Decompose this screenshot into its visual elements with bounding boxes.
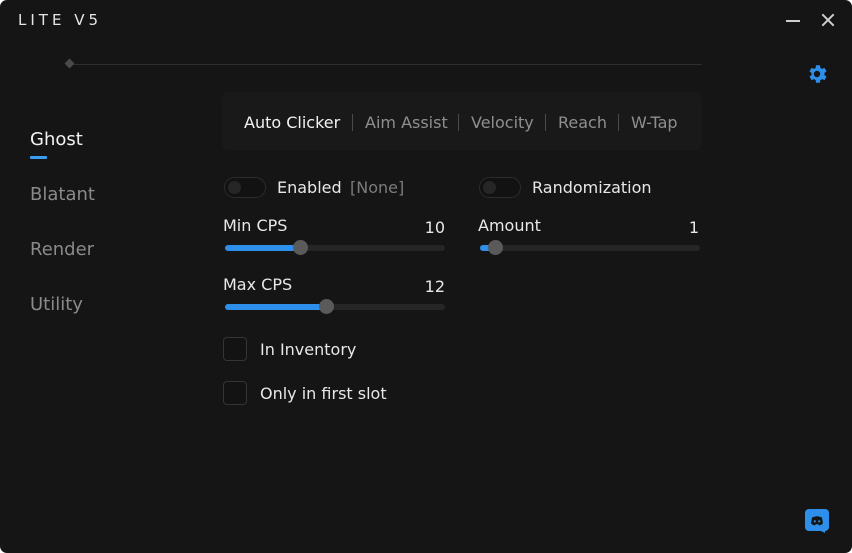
min-cps-slider[interactable]	[225, 240, 445, 255]
active-indicator	[30, 156, 47, 159]
tab-separator	[545, 114, 546, 131]
discord-icon[interactable]	[805, 509, 829, 533]
tab-velocity[interactable]: Velocity	[471, 113, 534, 132]
max-cps-value: 12	[424, 277, 445, 296]
min-cps-value: 10	[424, 218, 445, 237]
enabled-label: Enabled	[277, 178, 342, 197]
randomization-label: Randomization	[532, 178, 652, 197]
in-inventory-label: In Inventory	[260, 340, 357, 359]
amount-slider[interactable]	[480, 240, 700, 255]
tab-separator	[618, 114, 619, 131]
sidebar-item-utility[interactable]: Utility	[30, 294, 83, 315]
slider-thumb[interactable]	[488, 240, 504, 255]
tab-aim-assist[interactable]: Aim Assist	[365, 113, 448, 132]
sidebar-item-render[interactable]: Render	[30, 239, 94, 260]
only-first-slot-checkbox[interactable]	[223, 381, 247, 405]
tab-reach[interactable]: Reach	[558, 113, 607, 132]
header-divider	[70, 64, 702, 65]
app-title: LITE V5	[18, 11, 102, 29]
only-first-slot-label: Only in first slot	[260, 384, 387, 403]
toggle-knob	[228, 181, 241, 194]
enabled-toggle[interactable]	[224, 177, 266, 198]
close-button[interactable]	[818, 10, 838, 30]
tab-auto-clicker[interactable]: Auto Clicker	[244, 113, 340, 132]
max-cps-label: Max CPS	[223, 275, 293, 294]
enabled-keybind[interactable]: [None]	[350, 178, 404, 197]
toggle-knob	[483, 181, 496, 194]
in-inventory-checkbox[interactable]	[223, 337, 247, 361]
min-cps-label: Min CPS	[223, 216, 288, 235]
randomization-toggle[interactable]	[479, 177, 521, 198]
tab-separator	[352, 114, 353, 131]
tab-separator	[458, 114, 459, 131]
sidebar-item-blatant[interactable]: Blatant	[30, 184, 95, 205]
slider-thumb[interactable]	[292, 240, 308, 255]
slider-thumb[interactable]	[319, 299, 335, 314]
slider-fill	[225, 245, 300, 251]
divider-diamond-icon	[64, 58, 75, 69]
app-window: LITE V5 Ghost Blatant Render Utility Aut…	[0, 0, 852, 553]
amount-label: Amount	[478, 216, 541, 235]
slider-fill	[225, 304, 327, 310]
amount-value: 1	[688, 218, 699, 237]
max-cps-slider[interactable]	[225, 299, 445, 314]
gear-icon[interactable]	[805, 62, 829, 86]
sidebar-item-ghost[interactable]: Ghost	[30, 129, 83, 150]
minimize-button[interactable]	[783, 10, 803, 30]
tab-w-tap[interactable]: W-Tap	[631, 113, 678, 132]
